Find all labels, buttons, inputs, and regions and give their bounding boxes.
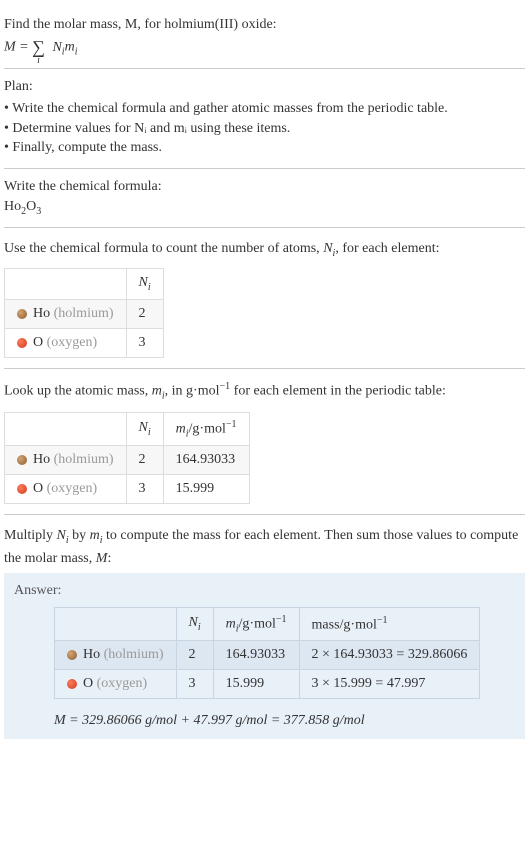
intro-line: Find the molar mass, M, for holmium(III)… [4, 17, 277, 32]
n-cell: 3 [126, 329, 163, 358]
mul-by: by [69, 528, 90, 543]
element-cell: Ho (holmium) [5, 446, 127, 475]
n-cell: 2 [176, 641, 213, 670]
am-title-var: m [152, 384, 162, 399]
n-header: Ni [126, 269, 163, 300]
element-dot-icon [67, 679, 77, 689]
ca-title-pre: Use the chemical formula to count the nu… [4, 241, 323, 256]
mul-pre: Multiply [4, 528, 57, 543]
sigma-icon: ∑ [32, 37, 45, 57]
multiply-title: Multiply Ni by mi to compute the mass fo… [4, 525, 525, 569]
chem-formula-section: Write the chemical formula: Ho2O3 [4, 169, 525, 228]
chem-formula-title: Write the chemical formula: [4, 179, 525, 195]
mul-n: N [57, 528, 66, 543]
answer-section: Multiply Ni by mi to compute the mass fo… [4, 515, 525, 749]
answer-content: Ni mi/g·mol−1 mass/g·mol−1 Ho (holmium) … [14, 607, 515, 729]
m-header: mi/g·mol−1 [213, 607, 299, 640]
formula-m-sub: i [75, 47, 78, 58]
element-dot-icon [17, 484, 27, 494]
table-row: Ho (holmium) 2 164.93033 [5, 446, 250, 475]
mul-M: M [96, 551, 108, 566]
atomic-mass-title: Look up the atomic mass, mi, in g·mol−1 … [4, 379, 525, 403]
formula-n: N [52, 40, 61, 55]
answer-label: Answer: [14, 583, 515, 599]
atomic-mass-section: Look up the atomic mass, mi, in g·mol−1 … [4, 369, 525, 515]
chem-o-sub: 3 [36, 206, 41, 217]
intro-text: Find the molar mass, M, for holmium(III)… [4, 14, 525, 35]
am-title-post: for each element in the periodic table: [230, 384, 446, 399]
n-cell: 2 [126, 300, 163, 329]
count-atoms-section: Use the chemical formula to count the nu… [4, 228, 525, 370]
am-title-pre: Look up the atomic mass, [4, 384, 152, 399]
element-cell: O (oxygen) [5, 475, 127, 504]
ca-title-var: N [323, 241, 332, 256]
plan-item: Determine values for Nᵢ and mᵢ using the… [4, 119, 525, 139]
n-header: Ni [176, 607, 213, 640]
plan-item: Finally, compute the mass. [4, 138, 525, 158]
element-dot-icon [17, 338, 27, 348]
element-dot-icon [17, 455, 27, 465]
element-cell: O (oxygen) [5, 329, 127, 358]
empty-header [5, 412, 127, 445]
am-title-sup: −1 [220, 381, 231, 392]
answer-table: Ni mi/g·mol−1 mass/g·mol−1 Ho (holmium) … [54, 607, 480, 699]
mul-post: : [107, 551, 111, 566]
element-cell: Ho (holmium) [5, 300, 127, 329]
n-cell: 3 [176, 670, 213, 699]
m-cell: 164.93033 [213, 641, 299, 670]
formula-m: m [65, 40, 75, 55]
am-title-mid: , in g·mol [165, 384, 220, 399]
m-cell: 164.93033 [163, 446, 249, 475]
chem-ho: Ho [4, 199, 21, 214]
count-atoms-title: Use the chemical formula to count the nu… [4, 238, 525, 261]
n-header: Ni [126, 412, 163, 445]
count-atoms-table: Ni Ho (holmium) 2 O (oxygen) 3 [4, 268, 164, 358]
table-row: Ho (holmium) 2 164.93033 2 × 164.93033 =… [55, 641, 480, 670]
m-header: mi/g·mol−1 [163, 412, 249, 445]
element-cell: Ho (holmium) [55, 641, 177, 670]
sigma-symbol: ∑ i [32, 37, 45, 58]
plan-list: Write the chemical formula and gather at… [4, 99, 525, 158]
n-cell: 3 [126, 475, 163, 504]
table-row: O (oxygen) 3 [5, 329, 164, 358]
empty-header [55, 607, 177, 640]
mass-cell: 2 × 164.93033 = 329.86066 [299, 641, 480, 670]
chem-formula: Ho2O3 [4, 199, 525, 217]
chem-o: O [26, 199, 36, 214]
mass-header: mass/g·mol−1 [299, 607, 480, 640]
answer-box: Answer: Ni mi/g·mol−1 mass/g·mol−1 Ho (h… [4, 573, 525, 739]
plan-title: Plan: [4, 79, 525, 95]
intro-formula: M = ∑ i Nimi [4, 37, 525, 58]
intro-section: Find the molar mass, M, for holmium(III)… [4, 4, 525, 69]
table-row: O (oxygen) 3 15.999 [5, 475, 250, 504]
ca-title-post: , for each element: [335, 241, 439, 256]
n-cell: 2 [126, 446, 163, 475]
final-formula: M = 329.86066 g/mol + 47.997 g/mol = 377… [54, 713, 515, 729]
mass-cell: 3 × 15.999 = 47.997 [299, 670, 480, 699]
element-dot-icon [17, 309, 27, 319]
sigma-sub: i [37, 55, 40, 66]
element-cell: O (oxygen) [55, 670, 177, 699]
mul-m: m [90, 528, 100, 543]
plan-item: Write the chemical formula and gather at… [4, 99, 525, 119]
atomic-mass-table: Ni mi/g·mol−1 Ho (holmium) 2 164.93033 O… [4, 412, 250, 504]
element-dot-icon [67, 650, 77, 660]
m-cell: 15.999 [213, 670, 299, 699]
formula-lhs: M = [4, 40, 32, 55]
table-row: O (oxygen) 3 15.999 3 × 15.999 = 47.997 [55, 670, 480, 699]
empty-header [5, 269, 127, 300]
table-row: Ho (holmium) 2 [5, 300, 164, 329]
m-cell: 15.999 [163, 475, 249, 504]
plan-section: Plan: Write the chemical formula and gat… [4, 69, 525, 169]
